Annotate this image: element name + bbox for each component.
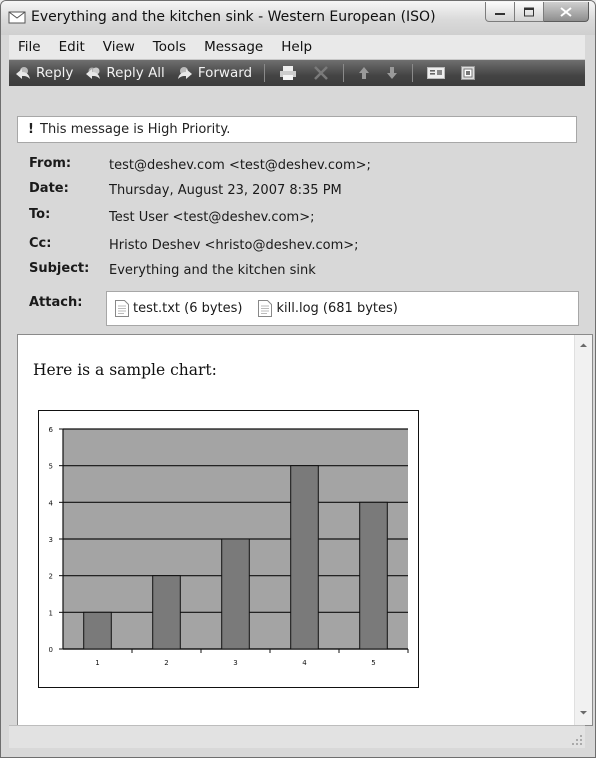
- y-tick-label: 2: [49, 573, 53, 581]
- encoding-icon: [461, 66, 476, 80]
- attachment-item[interactable]: test.txt (6 bytes): [115, 300, 242, 317]
- menu-message[interactable]: Message: [195, 39, 272, 55]
- text-file-icon: [115, 300, 129, 317]
- arrow-down-icon: [387, 67, 398, 79]
- previous-message-button[interactable]: [358, 66, 370, 80]
- x-tick-label: 5: [371, 659, 375, 667]
- chart-bar: [221, 538, 250, 650]
- reply-all-label: Reply All: [106, 65, 165, 81]
- subject-value: Everything and the kitchen sink: [109, 263, 316, 278]
- y-tick-label: 5: [49, 463, 53, 471]
- status-bar: [9, 725, 585, 748]
- y-tick-label: 0: [49, 646, 53, 654]
- reply-button[interactable]: Reply: [9, 65, 79, 81]
- menu-bar: File Edit View Tools Message Help: [9, 35, 585, 60]
- date-value: Thursday, August 23, 2007 8:35 PM: [109, 183, 342, 198]
- address-book-icon: [427, 67, 446, 79]
- y-tick-label: 6: [49, 426, 54, 434]
- message-window: Everything and the kitchen sink - Wester…: [0, 0, 596, 758]
- toolbar-separator: [412, 64, 414, 82]
- forward-label: Forward: [197, 65, 253, 81]
- minimize-button[interactable]: [485, 2, 515, 22]
- chart-bar: [152, 575, 181, 650]
- cc-value[interactable]: Hristo Deshev <hristo@deshev.com>;: [109, 238, 359, 253]
- chart-frame: 0 1 2 3 4 5 6 1 2 3 4 5: [38, 410, 419, 688]
- menu-tools[interactable]: Tools: [144, 39, 195, 55]
- scroll-up-icon[interactable]: [578, 340, 589, 351]
- forward-button[interactable]: Forward: [171, 65, 258, 81]
- title-bar[interactable]: Everything and the kitchen sink - Wester…: [1, 1, 595, 35]
- address-book-button[interactable]: [427, 67, 446, 79]
- next-message-button[interactable]: [386, 66, 398, 80]
- menu-help[interactable]: Help: [272, 39, 321, 55]
- toolbar-separator: [343, 64, 345, 82]
- encoding-button[interactable]: [461, 66, 476, 80]
- vertical-scrollbar[interactable]: [574, 335, 592, 725]
- maximize-icon: [524, 7, 534, 16]
- window-controls: [485, 2, 589, 22]
- high-priority-icon: !: [28, 122, 34, 137]
- delete-button[interactable]: [313, 65, 329, 81]
- reply-all-button[interactable]: Reply All: [79, 65, 170, 81]
- maximize-button[interactable]: [515, 2, 544, 22]
- window-title: Everything and the kitchen sink - Wester…: [31, 9, 436, 25]
- printer-icon: [280, 66, 297, 80]
- envelope-icon: [8, 11, 26, 24]
- close-icon: [560, 6, 572, 17]
- attachment-item[interactable]: kill.log (681 bytes): [258, 300, 398, 317]
- y-tick-label: 3: [49, 536, 53, 544]
- x-tick-label: 4: [302, 659, 307, 667]
- reply-label: Reply: [36, 65, 74, 81]
- chart-bar: [290, 465, 319, 650]
- toolbar-separator: [264, 64, 266, 82]
- menu-view[interactable]: View: [94, 39, 144, 55]
- minimize-icon: [495, 12, 505, 15]
- reply-icon: [16, 67, 30, 79]
- attachment-name: test.txt (6 bytes): [133, 301, 243, 316]
- attachments-box: test.txt (6 bytes) kill.log (681 bytes): [106, 291, 579, 326]
- attachment-name: kill.log (681 bytes): [276, 301, 398, 316]
- priority-banner: ! This message is High Priority.: [17, 116, 577, 143]
- menu-file[interactable]: File: [9, 39, 50, 55]
- attach-label: Attach:: [29, 295, 83, 310]
- bar-chart: 0 1 2 3 4 5 6 1 2 3 4 5: [49, 426, 409, 667]
- chart-bar: [359, 501, 388, 650]
- body-text: Here is a sample chart:: [33, 361, 217, 379]
- x-tick-label: 3: [233, 659, 237, 667]
- delete-icon: [314, 66, 328, 80]
- x-tick-label: 2: [164, 659, 168, 667]
- cc-label: Cc:: [29, 236, 52, 251]
- scroll-down-icon[interactable]: [578, 707, 589, 718]
- to-value[interactable]: Test User <test@deshev.com>;: [109, 210, 314, 225]
- from-value[interactable]: test@deshev.com <test@deshev.com>;: [109, 158, 371, 173]
- toolbar: Reply Reply All Forward: [9, 60, 585, 86]
- close-button[interactable]: [544, 2, 589, 22]
- forward-icon: [177, 67, 192, 79]
- to-label: To:: [29, 207, 51, 222]
- print-button[interactable]: [279, 65, 297, 81]
- y-tick-label: 1: [49, 609, 53, 617]
- arrow-up-icon: [359, 67, 370, 79]
- chart-bar: [83, 611, 112, 650]
- y-tick-label: 4: [49, 499, 54, 507]
- from-label: From:: [29, 156, 72, 171]
- message-body[interactable]: Here is a sample chart: 0 1 2 3 4 5 6 1 2 3 4 5: [17, 334, 593, 726]
- reply-all-icon: [86, 67, 101, 79]
- priority-text: This message is High Priority.: [40, 122, 231, 137]
- resize-grip-icon[interactable]: [571, 734, 583, 746]
- text-file-icon: [258, 300, 273, 317]
- date-label: Date:: [29, 181, 69, 196]
- subject-label: Subject:: [29, 261, 90, 276]
- x-tick-label: 1: [95, 659, 99, 667]
- menu-edit[interactable]: Edit: [50, 39, 94, 55]
